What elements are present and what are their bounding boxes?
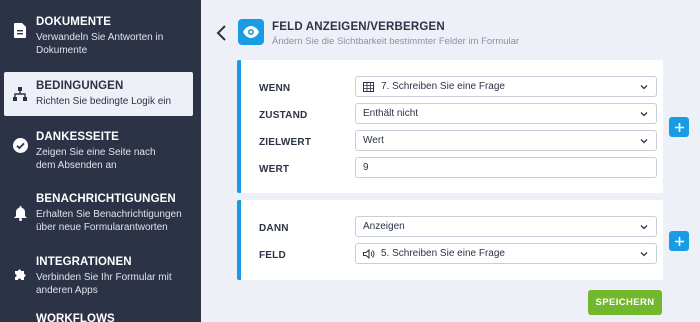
sidebar: DOKUMENTE Verwandeln Sie Antworten in Do… [0, 0, 201, 322]
zielwert-select[interactable]: Wert [355, 130, 657, 151]
flow-icon [12, 86, 28, 102]
sidebar-item-desc: Verbinden Sie Ihr Formular mit anderen A… [36, 272, 172, 296]
sidebar-item-title: BEDINGUNGEN [36, 80, 124, 92]
action-card: DANN Anzeigen FELD 5. Schreiben Sie eine… [237, 200, 663, 280]
sidebar-item-workflows[interactable]: WORKFLOWS [0, 313, 201, 322]
back-icon[interactable] [215, 24, 229, 42]
add-condition-button[interactable] [669, 117, 689, 137]
eye-icon [238, 19, 264, 45]
bell-icon [12, 205, 28, 221]
sidebar-item-bedingungen[interactable]: BEDINGUNGEN Richten Sie bedingte Logik e… [4, 72, 193, 116]
sidebar-item-title: INTEGRATIONEN [36, 256, 132, 268]
sidebar-item-title: DOKUMENTE [36, 16, 112, 28]
wert-input[interactable]: 9 [355, 157, 657, 178]
feld-value: 5. Schreiben Sie eine Frage [381, 248, 505, 259]
chevron-down-icon [640, 250, 648, 258]
sidebar-item-desc: Zeigen Sie eine Seite nach dem Absenden … [36, 147, 156, 171]
puzzle-icon [12, 266, 28, 282]
chevron-down-icon [640, 83, 648, 91]
zustand-select[interactable]: Enthält nicht [355, 103, 657, 124]
chevron-down-icon [640, 110, 648, 118]
zustand-value: Enthält nicht [363, 108, 419, 119]
feld-select[interactable]: 5. Schreiben Sie eine Frage [355, 243, 657, 264]
wert-label: WERT [259, 164, 290, 175]
wenn-label: WENN [259, 83, 291, 94]
save-button[interactable]: SPEICHERN [588, 290, 662, 315]
sidebar-item-desc: Richten Sie bedingte Logik ein [36, 96, 172, 107]
wenn-select[interactable]: 7. Schreiben Sie eine Frage [355, 76, 657, 97]
feld-label: FELD [259, 250, 286, 261]
sidebar-item-title: DANKESSEITE [36, 131, 119, 143]
page-subtitle: Ändern Sie die Sichtbarkeit bestimmter F… [272, 36, 520, 47]
chevron-down-icon [640, 223, 648, 231]
dann-label: DANN [259, 223, 289, 234]
sidebar-item-integrationen[interactable]: INTEGRATIONEN Verbinden Sie Ihr Formular… [0, 256, 201, 297]
speaker-icon [363, 248, 375, 260]
add-action-button[interactable] [669, 231, 689, 251]
zielwert-label: ZIELWERT [259, 137, 312, 148]
wenn-value: 7. Schreiben Sie eine Frage [381, 81, 505, 92]
plus-icon [674, 236, 684, 246]
table-icon [363, 81, 375, 93]
sidebar-item-benachrichtigungen[interactable]: BENACHRICHTIGUNGEN Erhalten Sie Benachri… [0, 193, 201, 234]
page-title: FELD ANZEIGEN/VERBERGEN [272, 21, 445, 33]
check-circle-icon [12, 137, 28, 153]
sidebar-item-desc: Erhalten Sie Benachrichtigungen über neu… [36, 209, 182, 233]
dann-select[interactable]: Anzeigen [355, 216, 657, 237]
dann-value: Anzeigen [363, 221, 405, 232]
chevron-down-icon [640, 137, 648, 145]
sidebar-item-dankesseite[interactable]: DANKESSEITE Zeigen Sie eine Seite nach d… [0, 131, 201, 172]
plus-icon [674, 122, 684, 132]
condition-card: WENN 7. Schreiben Sie eine Frage ZUSTAND… [237, 60, 663, 193]
sidebar-item-title: BENACHRICHTIGUNGEN [36, 193, 176, 205]
sidebar-item-dokumente[interactable]: DOKUMENTE Verwandeln Sie Antworten in Do… [0, 16, 201, 57]
zustand-label: ZUSTAND [259, 110, 308, 121]
document-icon [12, 22, 28, 38]
zielwert-value: Wert [363, 135, 384, 146]
sidebar-item-title: WORKFLOWS [36, 313, 115, 322]
wert-value: 9 [363, 162, 369, 173]
sidebar-item-desc: Verwandeln Sie Antworten in Dokumente [36, 32, 164, 56]
